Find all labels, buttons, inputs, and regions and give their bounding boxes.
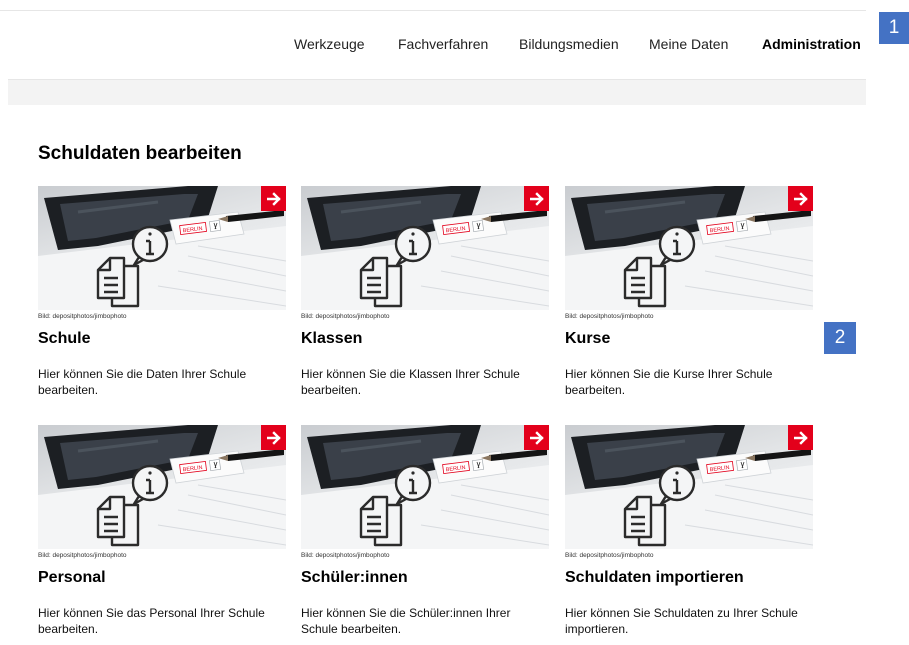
arrow-right-icon	[266, 430, 281, 445]
card-personal: BERLIN Bild: depositphotos/jimbophoto Pe…	[38, 425, 286, 645]
card-schueler-innen: BERLIN Bild: depositphotos/jimbophoto Sc…	[301, 425, 549, 645]
card-image[interactable]: BERLIN	[301, 425, 549, 549]
pen	[745, 449, 811, 461]
card-schule: BERLIN Bild: depositphotos/jimbophoto Sc…	[38, 186, 286, 406]
card-image[interactable]: BERLIN	[38, 186, 286, 310]
stock-photo: BERLIN	[301, 186, 549, 310]
breadcrumb-bar	[8, 80, 866, 105]
arrow-right-icon	[793, 191, 808, 206]
arrow-right-icon	[793, 430, 808, 445]
arrow-right-icon	[529, 191, 544, 206]
card-arrow-button[interactable]	[524, 425, 549, 450]
card-arrow-button[interactable]	[788, 425, 813, 450]
image-credit: Bild: depositphotos/jimbophoto	[38, 313, 127, 320]
nav-item-fachverfahren[interactable]: Fachverfahren	[398, 36, 488, 52]
image-credit: Bild: depositphotos/jimbophoto	[565, 552, 654, 559]
pen	[481, 210, 547, 222]
arrow-right-icon	[266, 191, 281, 206]
image-credit: Bild: depositphotos/jimbophoto	[301, 313, 390, 320]
card-description: Hier können Sie die Daten Ihrer Schule b…	[38, 367, 247, 397]
nav-item-bildungsmedien[interactable]: Bildungsmedien	[519, 36, 619, 52]
card-title[interactable]: Personal	[38, 569, 106, 587]
card-description: Hier können Sie die Klassen Ihrer Schule…	[301, 367, 520, 397]
pen	[218, 449, 284, 461]
pen	[745, 210, 811, 222]
main-nav: Werkzeuge Fachverfahren Bildungsmedien M…	[0, 36, 866, 56]
annotation-marker-1: 1	[879, 12, 909, 44]
card-title[interactable]: Schüler:innen	[301, 569, 408, 587]
card-image[interactable]: BERLIN	[565, 425, 813, 549]
image-credit: Bild: depositphotos/jimbophoto	[565, 313, 654, 320]
card-arrow-button[interactable]	[261, 186, 286, 211]
stock-photo: BERLIN	[565, 425, 813, 549]
card-title[interactable]: Schule	[38, 330, 90, 348]
card-description: Hier können Sie die Kurse Ihrer Schule b…	[565, 367, 773, 397]
stock-photo: BERLIN	[38, 425, 286, 549]
stock-photo: BERLIN	[38, 186, 286, 310]
stock-photo: BERLIN	[301, 425, 549, 549]
card-description: Hier können Sie das Personal Ihrer Schul…	[38, 606, 265, 636]
card-arrow-button[interactable]	[788, 186, 813, 211]
image-credit: Bild: depositphotos/jimbophoto	[301, 552, 390, 559]
card-image[interactable]: BERLIN	[301, 186, 549, 310]
card-description: Hier können Sie die Schüler:innen Ihrer …	[301, 606, 511, 636]
arrow-right-icon	[529, 430, 544, 445]
card-image[interactable]: BERLIN	[565, 186, 813, 310]
card-title[interactable]: Schuldaten importieren	[565, 569, 744, 587]
card-image[interactable]: BERLIN	[38, 425, 286, 549]
card-arrow-button[interactable]	[524, 186, 549, 211]
card-klassen: BERLIN Bild: depositphotos/jimbophoto Kl…	[301, 186, 549, 406]
card-title[interactable]: Kurse	[565, 330, 610, 348]
page-title: Schuldaten bearbeiten	[38, 143, 242, 164]
stock-photo: BERLIN	[565, 186, 813, 310]
top-divider	[0, 10, 866, 11]
card-arrow-button[interactable]	[261, 425, 286, 450]
pen	[481, 449, 547, 461]
image-credit: Bild: depositphotos/jimbophoto	[38, 552, 127, 559]
annotation-marker-2: 2	[824, 322, 856, 354]
card-kurse: BERLIN Bild: depositphotos/jimbophoto Ku…	[565, 186, 813, 406]
card-title[interactable]: Klassen	[301, 330, 362, 348]
pen	[218, 210, 284, 222]
card-description: Hier können Sie Schuldaten zu Ihrer Schu…	[565, 606, 798, 636]
nav-item-meine-daten[interactable]: Meine Daten	[649, 36, 728, 52]
nav-item-werkzeuge[interactable]: Werkzeuge	[294, 36, 365, 52]
nav-item-administration[interactable]: Administration	[762, 36, 861, 52]
card-schuldaten-importieren: BERLIN Bild: depositphotos/jimbophoto Sc…	[565, 425, 813, 645]
